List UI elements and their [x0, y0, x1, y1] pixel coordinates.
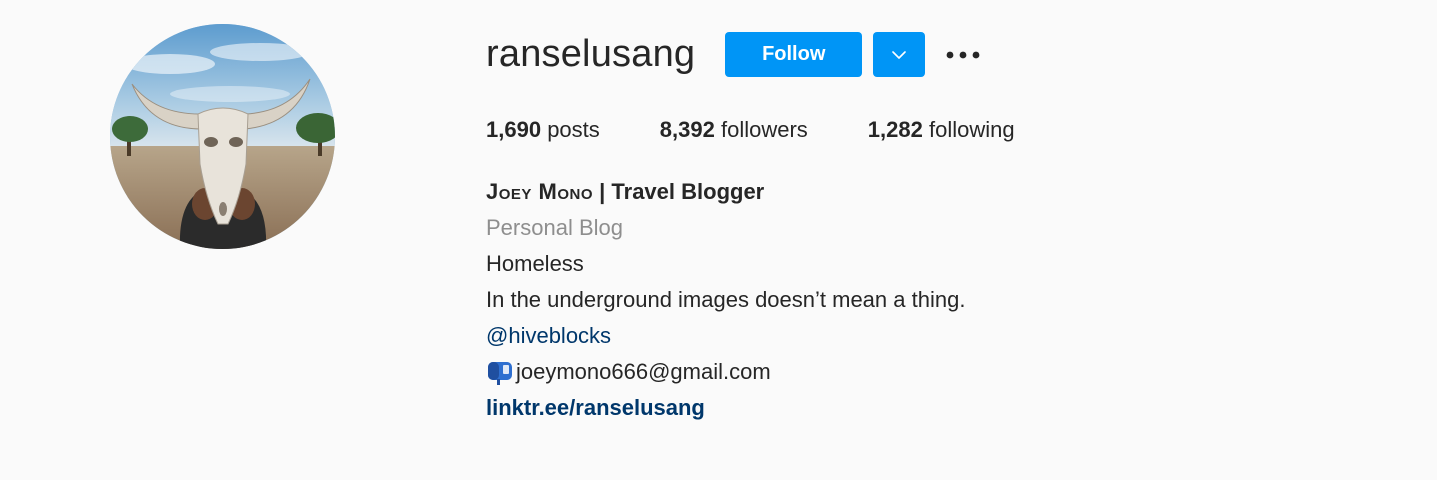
followers-stat[interactable]: 8,392 followers: [660, 114, 808, 146]
bio-line-1: Homeless: [486, 251, 584, 276]
more-options-icon: [946, 51, 980, 58]
bio-email: joeymono666@gmail.com: [516, 359, 771, 384]
following-stat[interactable]: 1,282 following: [868, 114, 1015, 146]
avatar-image: [110, 24, 335, 249]
profile-category: Personal Blog: [486, 215, 623, 240]
posts-label: posts: [547, 117, 600, 142]
profile-avatar[interactable]: [110, 24, 335, 249]
following-label: following: [928, 117, 1015, 142]
profile-page: ranselusang Follow 1,690 posts 8,392 fol…: [0, 0, 1437, 480]
bio-email-line: joeymono666@gmail.com: [486, 354, 965, 390]
bio-mention-link[interactable]: @hiveblocks: [486, 318, 965, 354]
display-name-rest: | Travel Blogger: [593, 179, 765, 204]
posts-stat: 1,690 posts: [486, 114, 600, 146]
display-name: Joey Mono | Travel Blogger: [486, 174, 965, 210]
following-count: 1,282: [867, 117, 923, 142]
display-name-caps: Joey Mono: [486, 179, 594, 204]
chevron-down-icon: [892, 50, 907, 59]
suggested-accounts-button[interactable]: [873, 32, 926, 77]
bio-line-2: In the underground images doesn’t mean a…: [486, 287, 966, 312]
followers-count: 8,392: [659, 117, 715, 142]
more-options-button[interactable]: [943, 32, 983, 77]
username: ranselusang: [486, 33, 696, 75]
mailbox-icon: [488, 362, 512, 385]
bio-website-link[interactable]: linktr.ee/ranselusang: [486, 390, 965, 426]
followers-label: followers: [720, 117, 808, 142]
follow-button[interactable]: Follow: [725, 32, 863, 77]
profile-bio: Joey Mono | Travel Blogger Personal Blog…: [486, 174, 965, 426]
posts-count: 1,690: [486, 117, 542, 142]
profile-header: ranselusang Follow: [486, 32, 983, 77]
profile-stats: 1,690 posts 8,392 followers 1,282 follow…: [486, 114, 1075, 146]
